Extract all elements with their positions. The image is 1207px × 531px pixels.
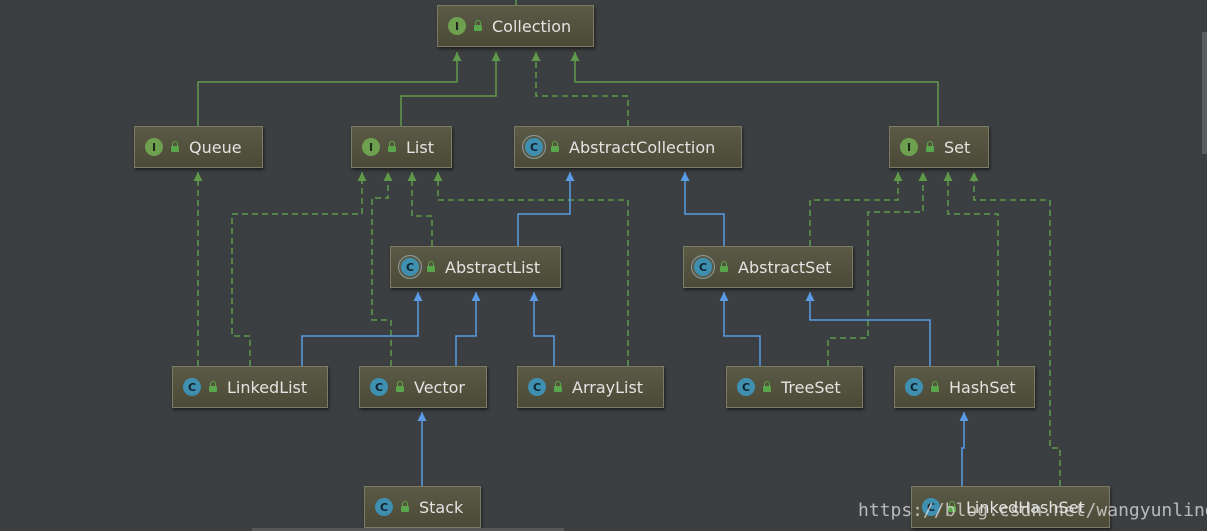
edge-abstractset-set [809, 172, 903, 246]
lock-icon [399, 501, 411, 513]
abstract-class-badge-icon: C [401, 258, 419, 276]
node-abstract-set[interactable]: C AbstractSet [683, 246, 853, 288]
edge-vector-abstractlist [455, 292, 481, 366]
lock-icon [549, 141, 561, 153]
node-linked-list[interactable]: C LinkedList [172, 366, 328, 408]
lock-icon [552, 381, 564, 393]
interface-badge-icon: I [900, 138, 918, 156]
class-badge-icon: C [528, 378, 546, 396]
edge-vector-list [371, 172, 393, 366]
watermark-url: https://blog.csdn.net/wangyunling2 [858, 500, 1207, 521]
node-set[interactable]: I Set [889, 126, 989, 168]
node-list[interactable]: I List [351, 126, 452, 168]
edge-linkedlist-abstractlist [301, 292, 423, 366]
vertical-scrollbar[interactable] [1202, 32, 1207, 154]
node-array-list[interactable]: C ArrayList [517, 366, 664, 408]
node-label: LinkedList [227, 377, 308, 397]
node-vector[interactable]: C Vector [359, 366, 487, 408]
node-tree-set[interactable]: C TreeSet [726, 366, 863, 408]
edge-hashset-set [943, 172, 999, 366]
abstract-class-badge-icon: C [694, 258, 712, 276]
edge-arraylist-abstractlist [529, 292, 555, 366]
node-label: Queue [189, 137, 242, 157]
edge-set-collection [570, 52, 939, 126]
edge-abstractcollection-collection [531, 52, 629, 126]
node-label: AbstractList [445, 257, 541, 277]
interface-badge-icon: I [145, 138, 163, 156]
lock-icon [761, 381, 773, 393]
node-label: Stack [419, 497, 464, 517]
node-label: AbstractSet [738, 257, 832, 277]
node-label: ArrayList [572, 377, 644, 397]
edge-abstractlist-abstractcollection [517, 172, 575, 246]
class-badge-icon: C [375, 498, 393, 516]
node-queue[interactable]: I Queue [134, 126, 263, 168]
edge-list-collection [400, 52, 501, 126]
interface-badge-icon: I [448, 17, 466, 35]
lock-icon [207, 381, 219, 393]
edge-queue-collection [197, 52, 462, 126]
lock-icon [169, 141, 181, 153]
node-abstract-collection[interactable]: C AbstractCollection [514, 126, 742, 168]
lock-icon [386, 141, 398, 153]
node-abstract-list[interactable]: C AbstractList [390, 246, 561, 288]
edge-linkedlist-list [231, 172, 367, 366]
node-label: TreeSet [781, 377, 841, 397]
node-label: List [406, 137, 434, 157]
node-collection[interactable]: I Collection [437, 5, 594, 47]
lock-icon [425, 261, 437, 273]
node-label: Vector [414, 377, 465, 397]
class-badge-icon: C [905, 378, 923, 396]
lock-icon [394, 381, 406, 393]
class-badge-icon: C [183, 378, 201, 396]
node-label: HashSet [949, 377, 1016, 397]
edge-linkedhashset-set [969, 172, 1061, 486]
node-label: AbstractCollection [569, 137, 716, 157]
node-stack[interactable]: C Stack [364, 486, 481, 528]
abstract-class-badge-icon: C [525, 138, 543, 156]
node-hash-set[interactable]: C HashSet [894, 366, 1035, 408]
class-badge-icon: C [370, 378, 388, 396]
edge-abstractlist-list [407, 172, 433, 246]
lock-icon [929, 381, 941, 393]
edge-linkedhashset-hashset [959, 412, 969, 486]
interface-badge-icon: I [362, 138, 380, 156]
edge-treeset-abstractset [719, 292, 761, 366]
inheritance-edges [193, 0, 1061, 486]
node-label: Set [944, 137, 971, 157]
edge-abstractset-abstractcollection [680, 172, 725, 246]
lock-icon [924, 141, 936, 153]
node-label: Collection [492, 16, 572, 36]
class-badge-icon: C [737, 378, 755, 396]
lock-icon [718, 261, 730, 273]
lock-icon [472, 20, 484, 32]
